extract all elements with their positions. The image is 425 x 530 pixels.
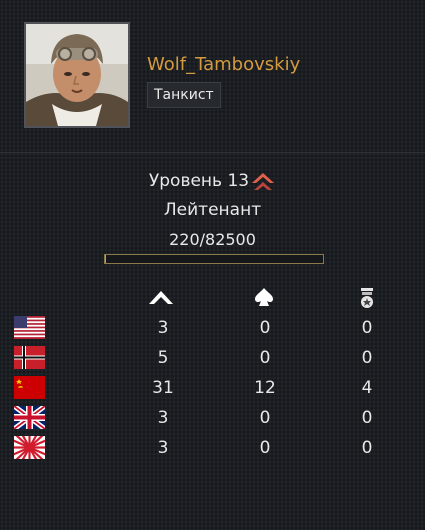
stat-ace-value: 12 [254, 378, 276, 398]
pilot-portrait-icon [26, 24, 128, 126]
divider [0, 152, 425, 153]
stat-medals-value: 0 [361, 348, 373, 368]
usa-flag-icon [14, 316, 45, 339]
stat-rank-value: 5 [157, 348, 169, 368]
level-row: Уровень 13 [0, 168, 425, 194]
stat-rank-value: 31 [152, 378, 174, 398]
chevron-up-icon [149, 291, 173, 304]
medal-icon [361, 288, 373, 308]
japan-flag-icon [14, 436, 45, 459]
rank-title: Лейтенант [163, 200, 262, 220]
uk-flag-icon [14, 406, 45, 429]
experience-progress-bar [104, 254, 324, 264]
experience-text: 220/82500 [169, 230, 256, 249]
stat-ace-value: 0 [259, 408, 271, 428]
player-profile-panel: Wolf_Tambovskiy Танкист Уровень 13 Лейте… [0, 0, 425, 530]
stats-row-uk: 3 0 0 [0, 403, 425, 433]
avatar[interactable] [24, 22, 130, 128]
stat-medals-value: 0 [361, 408, 373, 428]
stat-ace-value: 0 [259, 438, 271, 458]
level-label: Уровень 13 [148, 171, 250, 191]
player-name[interactable]: Wolf_Tambovskiy [147, 54, 300, 75]
germany-flag-icon [14, 346, 45, 369]
stats-row-ussr: 31 12 4 [0, 373, 425, 403]
stat-ace-value: 0 [259, 318, 271, 338]
role-badge: Танкист [147, 82, 221, 108]
stat-medals-value: 0 [361, 318, 373, 338]
experience-progress-fill [105, 255, 106, 263]
rank-chevron-icon [252, 173, 275, 190]
spade-icon [255, 288, 273, 306]
stat-rank-value: 3 [157, 408, 169, 428]
stats-row-japan: 3 0 0 [0, 433, 425, 463]
stat-medals-value: 4 [361, 378, 373, 398]
stat-rank-value: 3 [157, 318, 169, 338]
stats-row-germany: 5 0 0 [0, 343, 425, 373]
ussr-flag-icon [14, 376, 45, 399]
stat-rank-value: 3 [157, 438, 169, 458]
stats-row-usa: 3 0 0 [0, 313, 425, 343]
stat-ace-value: 0 [259, 348, 271, 368]
stat-medals-value: 0 [361, 438, 373, 458]
